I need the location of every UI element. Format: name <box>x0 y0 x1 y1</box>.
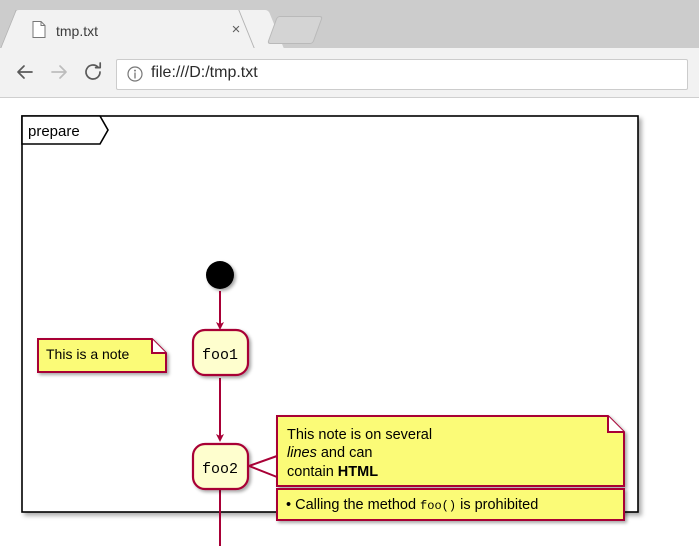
tab-strip: tmp.txt × <box>0 0 699 48</box>
page-content: prepare foo1 foo2 This is a note This no… <box>0 98 699 546</box>
frame-label: prepare <box>28 123 80 140</box>
browser-window: tmp.txt × file:///D:/tmp.txt prepare foo… <box>0 0 699 546</box>
address-bar-url[interactable]: file:///D:/tmp.txt <box>151 64 258 82</box>
forward-button[interactable] <box>46 60 72 86</box>
note-right-line-2: lines and can <box>287 445 372 461</box>
note-right-line-2-italic: lines <box>287 445 317 461</box>
state-foo2-label: foo2 <box>202 461 238 478</box>
uml-state-diagram: prepare foo1 foo2 This is a note This no… <box>0 98 699 546</box>
note-right-line-3-bold: HTML <box>338 464 378 480</box>
address-bar[interactable]: file:///D:/tmp.txt <box>116 59 688 90</box>
note-right-footer-text: • Calling the method foo() is prohibited <box>286 497 538 513</box>
note-inline-code: foo() <box>420 499 456 513</box>
document-icon <box>32 21 46 38</box>
back-button[interactable] <box>12 60 38 86</box>
tab-close-button[interactable]: × <box>228 22 244 38</box>
arrow-left-icon <box>17 65 33 79</box>
reload-icon <box>85 62 102 80</box>
note-right-line-3: contain HTML <box>287 464 378 480</box>
note-right-line-1: This note is on several <box>287 427 432 443</box>
arrow-right-icon <box>51 65 67 79</box>
reload-button[interactable] <box>80 60 106 86</box>
info-circle-icon[interactable] <box>127 66 143 82</box>
start-node <box>206 261 234 289</box>
state-foo1-label: foo1 <box>202 347 238 364</box>
new-tab-button[interactable] <box>266 16 324 44</box>
tab-title: tmp.txt <box>56 23 99 39</box>
note-left-text: This is a note <box>46 346 129 362</box>
